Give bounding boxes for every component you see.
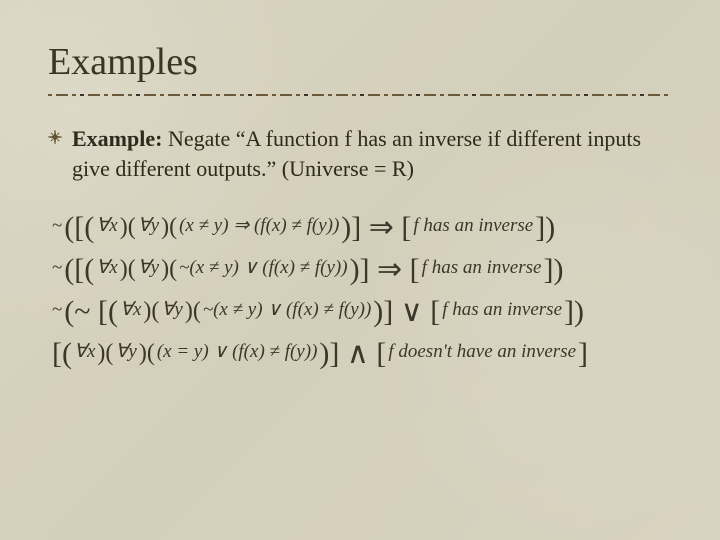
inner-expr: ~(x ≠ y) ∨ (f(x) ≠ f(y))	[203, 289, 371, 331]
star-bullet-icon	[48, 130, 62, 144]
example-prompt: Example: Negate “A function f has an inv…	[72, 124, 672, 183]
inner-expr: (x = y) ∨ (f(x) ≠ f(y))	[157, 331, 318, 373]
math-line-2: ~ ([( ∀x )( ∀y )( ~(x ≠ y) ∨ (f(x) ≠ f(y…	[52, 247, 672, 289]
forall-x: ∀x	[120, 289, 141, 331]
math-line-3: ~ (~ [( ∀x )( ∀y )( ~(x ≠ y) ∨ (f(x) ≠ f…	[52, 289, 672, 331]
inner-expr: (x ≠ y) ⇒ (f(x) ≠ f(y))	[179, 205, 339, 247]
forall-x: ∀x	[96, 247, 117, 289]
example-label: Example:	[72, 126, 162, 151]
math-line-1: ~ ([( ∀x )( ∀y )( (x ≠ y) ⇒ (f(x) ≠ f(y)…	[52, 205, 672, 247]
forall-x: ∀x	[96, 205, 117, 247]
math-derivation: ~ ([( ∀x )( ∀y )( (x ≠ y) ⇒ (f(x) ≠ f(y)…	[48, 205, 672, 372]
title-divider	[48, 94, 672, 96]
conclusion: f doesn't have an inverse	[388, 331, 576, 373]
neg: ~	[52, 289, 62, 331]
neg: ~	[52, 247, 62, 289]
slide-content: Examples Example: Negate “A function f h…	[0, 0, 720, 373]
conclusion: f has an inverse	[422, 247, 542, 289]
forall-y: ∀y	[161, 289, 182, 331]
forall-y: ∀y	[138, 205, 159, 247]
forall-y: ∀y	[115, 331, 136, 373]
forall-y: ∀y	[138, 247, 159, 289]
math-line-4: [( ∀x )( ∀y )( (x = y) ∨ (f(x) ≠ f(y)) )…	[52, 331, 672, 373]
conclusion: f has an inverse	[413, 205, 533, 247]
bullet-row: Example: Negate “A function f has an inv…	[48, 124, 672, 183]
conclusion: f has an inverse	[442, 289, 562, 331]
inner-expr: ~(x ≠ y) ∨ (f(x) ≠ f(y))	[179, 247, 347, 289]
neg: ~	[52, 205, 62, 247]
page-title: Examples	[48, 40, 672, 84]
forall-x: ∀x	[74, 331, 95, 373]
